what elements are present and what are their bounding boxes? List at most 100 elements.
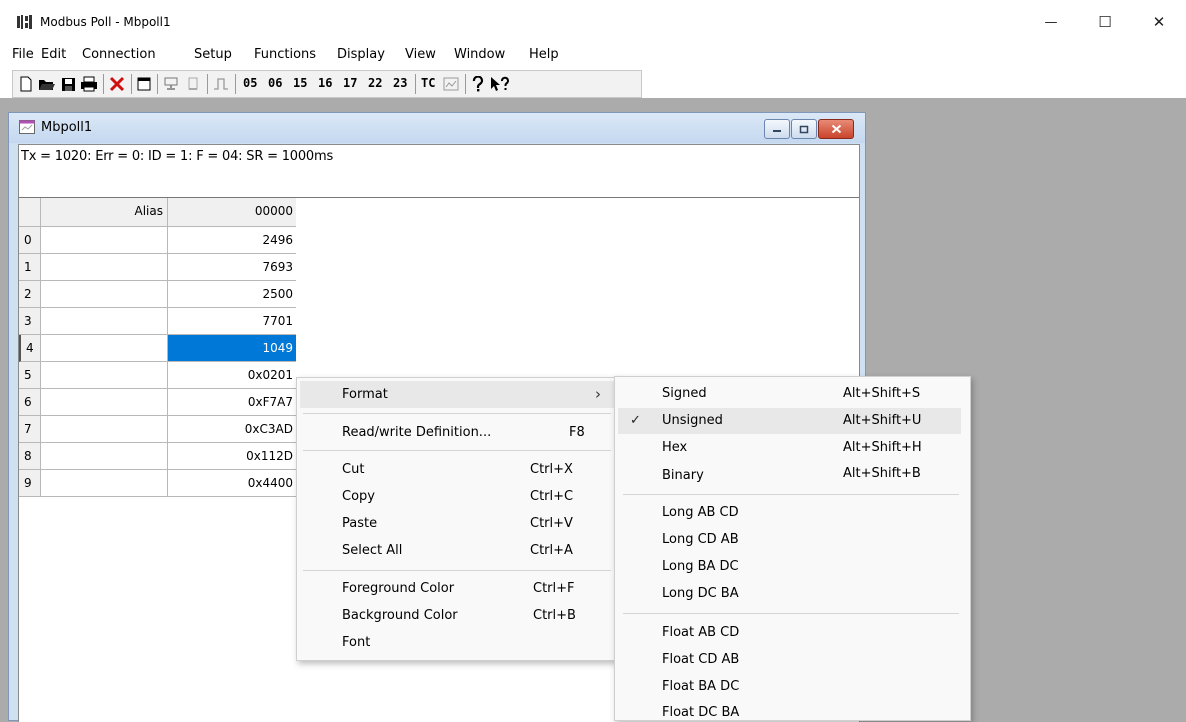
traffic-button[interactable]	[441, 74, 461, 94]
address-header[interactable]: 00000	[168, 198, 296, 227]
row-number: 3	[19, 308, 41, 335]
shortcut-signed: Alt+Shift+S	[843, 386, 921, 401]
alias-cell[interactable]	[41, 335, 168, 362]
value-cell[interactable]: 0x0201	[168, 362, 296, 389]
menu-separator	[303, 450, 611, 451]
tc-button[interactable]: TC	[421, 76, 435, 90]
submenu-item-long-dc-ba[interactable]: Long DC BA	[662, 586, 739, 601]
child-close-button[interactable]	[818, 119, 854, 139]
selected-value-cell[interactable]: 1049	[168, 335, 296, 362]
menu-display[interactable]: Display	[337, 47, 385, 62]
menu-functions[interactable]: Functions	[254, 47, 316, 62]
submenu-item-unsigned[interactable]: Unsigned	[662, 413, 723, 428]
submenu-arrow-icon: ›	[595, 385, 601, 403]
alias-cell[interactable]	[41, 281, 168, 308]
new-button[interactable]	[17, 74, 35, 94]
save-button[interactable]	[59, 74, 77, 94]
alias-cell[interactable]	[41, 470, 168, 497]
menu-help[interactable]: Help	[529, 47, 559, 62]
context-help-button[interactable]	[489, 74, 511, 94]
menu-separator	[303, 570, 611, 571]
row-number: 8	[19, 443, 41, 470]
delete-button[interactable]	[107, 74, 127, 94]
fc-06-button[interactable]: 06	[268, 76, 282, 90]
menu-file[interactable]: File	[12, 47, 34, 62]
fc-15-button[interactable]: 15	[293, 76, 307, 90]
menu-connection[interactable]: Connection	[82, 47, 156, 62]
fc-05-button[interactable]: 05	[243, 76, 257, 90]
window-title: Modbus Poll - Mbpoll1	[40, 15, 171, 29]
submenu-item-long-ba-dc[interactable]: Long BA DC	[662, 559, 739, 574]
alias-cell[interactable]	[41, 254, 168, 281]
context-help-icon	[491, 76, 509, 91]
modbus-app-icon	[17, 15, 32, 29]
print-button[interactable]	[79, 74, 99, 94]
value-cell[interactable]: 0xC3AD	[168, 416, 296, 443]
value-cell[interactable]: 0x112D	[168, 443, 296, 470]
menu-item-foreground-color[interactable]: Foreground Color	[342, 581, 454, 596]
menu-item-cut[interactable]: Cut	[342, 462, 364, 477]
alias-cell[interactable]	[41, 362, 168, 389]
submenu-item-binary[interactable]: Binary	[662, 468, 704, 483]
alias-cell[interactable]	[41, 227, 168, 254]
context-menu: Format › Read/write Definition... F8 Cut…	[296, 377, 620, 661]
submenu-item-float-dc-ba[interactable]: Float DC BA	[662, 705, 739, 720]
connect-button[interactable]	[161, 74, 181, 94]
delete-x-icon	[109, 76, 125, 92]
disconnect-button[interactable]	[183, 74, 203, 94]
menu-item-read-write-definition[interactable]: Read/write Definition...	[342, 425, 491, 440]
submenu-item-hex[interactable]: Hex	[662, 440, 687, 455]
menu-item-copy[interactable]: Copy	[342, 489, 375, 504]
minimize-button[interactable]: —	[1028, 8, 1074, 36]
toolbar-separator	[415, 74, 416, 94]
maximize-button[interactable]: ☐	[1082, 8, 1128, 36]
value-cell[interactable]: 0xF7A7	[168, 389, 296, 416]
value-cell[interactable]: 2500	[168, 281, 296, 308]
value-cell[interactable]: 7693	[168, 254, 296, 281]
fc-16-button[interactable]: 16	[318, 76, 332, 90]
open-button[interactable]	[37, 74, 57, 94]
menu-setup[interactable]: Setup	[194, 47, 232, 62]
submenu-item-float-ba-dc[interactable]: Float BA DC	[662, 679, 739, 694]
fc-22-button[interactable]: 22	[368, 76, 382, 90]
pulse-button[interactable]	[211, 74, 231, 94]
alias-cell[interactable]	[41, 443, 168, 470]
submenu-item-float-ab-cd[interactable]: Float AB CD	[662, 625, 739, 640]
shortcut-foreground: Ctrl+F	[533, 581, 575, 596]
help-question-icon	[472, 76, 484, 92]
submenu-item-float-cd-ab[interactable]: Float CD AB	[662, 652, 739, 667]
connect-icon	[164, 77, 178, 90]
alias-cell[interactable]	[41, 416, 168, 443]
toolbar-separator	[103, 74, 104, 94]
close-button[interactable]: ✕	[1136, 8, 1182, 36]
value-cell[interactable]: 2496	[168, 227, 296, 254]
window-button[interactable]	[135, 74, 153, 94]
child-restore-button[interactable]	[791, 119, 817, 139]
child-minimize-button[interactable]	[764, 119, 790, 139]
minimize-icon: —	[1044, 14, 1058, 30]
fc-23-button[interactable]: 23	[393, 76, 407, 90]
menu-item-select-all[interactable]: Select All	[342, 543, 402, 558]
shortcut-binary: Alt+Shift+B	[843, 466, 921, 481]
menu-item-font[interactable]: Font	[342, 635, 370, 650]
value-cell[interactable]: 0x4400	[168, 470, 296, 497]
menu-view[interactable]: View	[405, 47, 436, 62]
menu-edit[interactable]: Edit	[41, 47, 66, 62]
child-title-bar: Mbpoll1	[9, 113, 865, 143]
pulse-icon	[214, 78, 228, 90]
help-button[interactable]	[469, 74, 487, 94]
menu-window[interactable]: Window	[454, 47, 505, 62]
submenu-item-long-ab-cd[interactable]: Long AB CD	[662, 505, 739, 520]
fc-17-button[interactable]: 17	[343, 76, 357, 90]
value-cell[interactable]: 7701	[168, 308, 296, 335]
toolbar-separator	[131, 74, 132, 94]
alias-header[interactable]: Alias	[41, 198, 168, 227]
menu-item-paste[interactable]: Paste	[342, 516, 377, 531]
alias-cell[interactable]	[41, 308, 168, 335]
submenu-item-long-cd-ab[interactable]: Long CD AB	[662, 532, 739, 547]
submenu-item-signed[interactable]: Signed	[662, 386, 707, 401]
alias-cell[interactable]	[41, 389, 168, 416]
menu-item-format[interactable]: Format	[342, 387, 388, 402]
menu-item-background-color[interactable]: Background Color	[342, 608, 458, 623]
row-number: 1	[19, 254, 41, 281]
